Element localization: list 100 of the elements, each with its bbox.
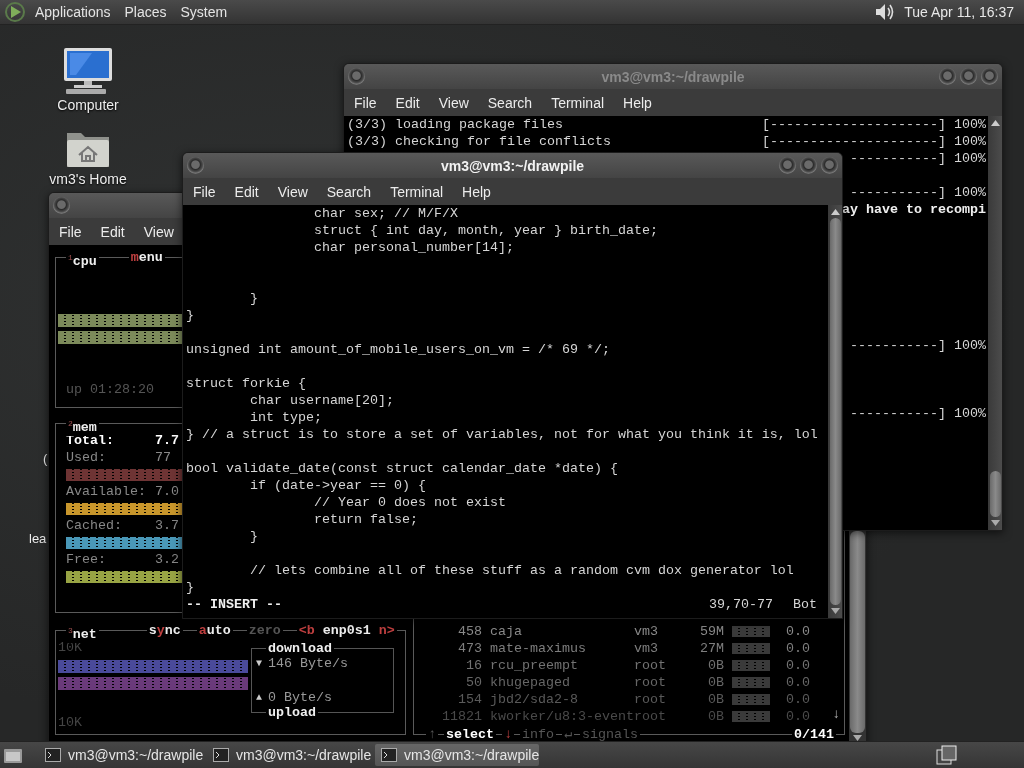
code-line: int type; <box>249 409 322 426</box>
process-cell-text: 0.0 <box>785 691 811 708</box>
traffic-rate: 0 Byte/s <box>268 689 332 706</box>
menu-item[interactable]: File <box>193 183 216 200</box>
scroll-hint: ↓ <box>832 706 840 723</box>
code-line: char personal_number[14]; <box>312 239 514 256</box>
code-line: bool validate_date(const struct calendar_date *date) { <box>186 460 618 477</box>
scroll-down-icon[interactable] <box>990 520 1000 526</box>
window-menu-button[interactable] <box>53 197 70 214</box>
desktop-icon-label[interactable]: ( <box>43 451 48 466</box>
code-line: } <box>249 528 258 545</box>
show-desktop-icon[interactable] <box>3 746 23 764</box>
process-cell-text: root <box>634 657 667 674</box>
logo-icon[interactable] <box>4 1 26 23</box>
menu-item[interactable]: File <box>354 94 377 111</box>
clock[interactable]: Tue Apr 11, 16:37 <box>896 4 1020 20</box>
scroll-up-icon[interactable] <box>830 209 840 215</box>
scale-label: 10K <box>58 715 82 730</box>
menu-item[interactable]: Help <box>623 94 652 111</box>
taskbar-button[interactable]: vm3@vm3:~/drawpile <box>375 744 539 766</box>
code-line: char username[20]; <box>249 392 394 409</box>
panel-menu[interactable]: Applications <box>28 4 118 20</box>
terminal-line: ay have to recompi <box>842 201 986 218</box>
scrollbar[interactable] <box>849 531 866 741</box>
process-count: 0/141 <box>792 726 836 741</box>
menu-item[interactable]: File <box>59 223 82 240</box>
workspace-switcher-icon[interactable] <box>936 745 958 765</box>
terminal-line: (3/3) loading package files <box>347 116 563 133</box>
code-line: // Year 0 does not exist <box>312 494 506 511</box>
menu-item[interactable]: Help <box>462 183 491 200</box>
panel-menu[interactable]: Places <box>117 4 174 20</box>
terminal-line: -----------] 100% <box>850 337 986 354</box>
menu-item[interactable]: Search <box>487 94 533 111</box>
terminal-icon <box>45 748 61 762</box>
taskbar-button[interactable]: vm3@vm3:~/drawpile <box>39 744 203 766</box>
process-cell-text: 59M <box>699 623 724 640</box>
taskbar-button[interactable]: vm3@vm3:~/drawpile <box>207 744 371 766</box>
minimize-button[interactable] <box>779 157 796 174</box>
maximize-button[interactable] <box>800 157 817 174</box>
footer-label[interactable]: select <box>444 726 496 741</box>
process-cell-text: vm3 <box>634 640 659 657</box>
close-button[interactable] <box>821 157 838 174</box>
uptime-text: up 01:28:20 <box>66 382 154 397</box>
usage-bar <box>732 711 770 722</box>
usage-bar <box>732 660 770 671</box>
menu-item[interactable]: View <box>277 183 308 200</box>
memory-value: 7.0 <box>155 483 180 500</box>
scroll-up-icon[interactable] <box>990 120 1000 126</box>
window-menu-button[interactable] <box>348 68 365 85</box>
process-cell-text: kworker/u8:3-event <box>489 708 634 725</box>
process-cell-text: 50 <box>465 674 482 691</box>
window-menu-button[interactable] <box>187 157 204 174</box>
menu-item[interactable]: Search <box>326 183 372 200</box>
terminal-line: -----------] 100% <box>850 405 986 422</box>
scrollbar-thumb[interactable] <box>829 218 841 605</box>
traffic-label: upload <box>266 704 318 721</box>
panel-menu[interactable]: System <box>173 4 235 20</box>
menu-item[interactable]: Edit <box>395 94 420 111</box>
process-cell-text: jbd2/sda2-8 <box>489 691 579 708</box>
process-cell-text: 11821 <box>441 708 482 725</box>
process-cell-text: 0B <box>707 691 724 708</box>
process-cell-text: 0B <box>707 674 724 691</box>
scrollbar[interactable] <box>988 116 1002 530</box>
code-line: struct forkie { <box>186 375 306 392</box>
memory-label: Used: <box>66 449 107 466</box>
terminal-icon <box>213 748 229 762</box>
mode-indicator: -- INSERT -- <box>186 596 282 613</box>
menu-item[interactable]: Terminal <box>390 183 444 200</box>
menu-item[interactable]: Edit <box>100 223 125 240</box>
process-cell-text: 0.0 <box>785 708 811 725</box>
desktop-icon-label[interactable]: lea <box>29 531 47 546</box>
minimize-button[interactable] <box>939 68 956 85</box>
process-cell-text: 16 <box>465 657 482 674</box>
menu-item[interactable]: Terminal <box>551 94 605 111</box>
upload-arrow: ▲ <box>256 691 262 705</box>
menu-item[interactable]: View <box>143 223 174 240</box>
memory-label: Cached: <box>66 517 123 534</box>
code-line: struct { int day, month, year } birth_date; <box>312 222 658 239</box>
process-cell-text: root <box>634 691 667 708</box>
terminal-line: [---------------------] 100% <box>762 116 986 133</box>
window-title: vm3@vm3:~/drawpile <box>601 68 745 85</box>
desktop-icon-label[interactable]: vm3's Home <box>49 171 127 187</box>
scroll-down-icon[interactable] <box>830 608 840 614</box>
menu-item[interactable]: Edit <box>234 183 259 200</box>
process-cell-text: 0.0 <box>785 657 811 674</box>
scrollbar-thumb[interactable] <box>989 471 1001 517</box>
scrollbar[interactable] <box>828 205 842 618</box>
terminal-line: -----------] 100% <box>850 184 986 201</box>
usage-bar <box>732 677 770 688</box>
computer-icon[interactable] <box>62 47 114 95</box>
process-cell-text: 154 <box>457 691 482 708</box>
memory-label: Free: <box>66 551 107 568</box>
terminal-line: [---------------------] 100% <box>762 133 986 150</box>
process-cell-text: 0B <box>707 657 724 674</box>
scrollbar-thumb[interactable] <box>850 531 865 733</box>
menu-item[interactable]: View <box>438 94 469 111</box>
maximize-button[interactable] <box>960 68 977 85</box>
close-button[interactable] <box>981 68 998 85</box>
desktop-icon-label[interactable]: Computer <box>57 97 119 113</box>
usage-bar <box>732 626 770 637</box>
